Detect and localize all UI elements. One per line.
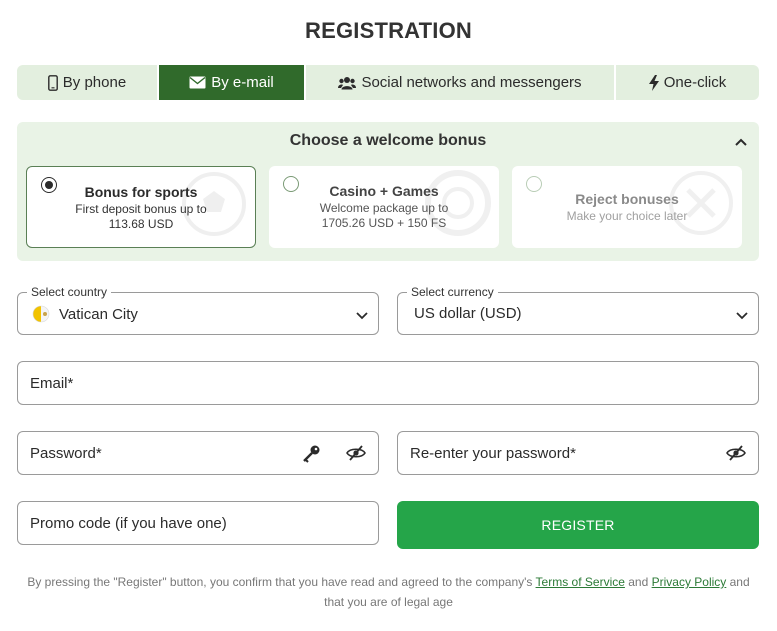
country-value: Vatican City <box>32 305 138 323</box>
email-field[interactable]: Email* <box>17 361 759 405</box>
bonus-name: Casino + Games <box>329 183 439 199</box>
promo-code-field[interactable]: Promo code (if you have one) <box>17 501 379 545</box>
eye-slash-icon[interactable] <box>726 445 746 466</box>
currency-select[interactable]: Select currency US dollar (USD) <box>397 285 759 335</box>
bonus-desc-line1: Welcome package up to <box>319 201 449 215</box>
key-icon[interactable] <box>301 444 321 469</box>
bonus-desc-line2: 113.68 USD <box>108 217 174 231</box>
chevron-up-icon[interactable] <box>733 134 749 150</box>
users-icon <box>338 76 357 90</box>
promo-code-placeholder: Promo code (if you have one) <box>30 515 227 532</box>
terms-text-and: and <box>624 575 652 589</box>
tab-label: By e-mail <box>211 74 274 91</box>
terms-of-service-link[interactable]: Terms of Service <box>536 575 625 589</box>
country-value-text: Vatican City <box>59 305 138 323</box>
currency-value: US dollar (USD) <box>414 305 522 322</box>
vatican-flag-icon <box>32 305 50 323</box>
currency-select-label: Select currency <box>407 285 498 299</box>
page-title: REGISTRATION <box>305 18 472 43</box>
tab-social-networks[interactable]: Social networks and messengers <box>306 65 616 100</box>
lightning-icon <box>648 74 659 91</box>
register-button[interactable]: REGISTER <box>397 501 759 549</box>
chevron-down-icon <box>736 307 748 325</box>
password-placeholder: Password* <box>30 445 102 462</box>
bonus-desc-line1: Make your choice later <box>566 209 688 223</box>
email-placeholder: Email* <box>30 375 74 392</box>
phone-icon <box>47 74 58 91</box>
tab-label: One-click <box>663 74 727 91</box>
tab-label: By phone <box>62 74 127 91</box>
bonus-name: Reject bonuses <box>575 191 679 207</box>
tab-by-email[interactable]: By e-mail <box>159 65 306 100</box>
tab-label: Social networks and messengers <box>361 74 582 91</box>
bonus-option-sports[interactable]: Bonus for sports First deposit bonus up … <box>26 166 256 248</box>
reenter-password-placeholder: Re-enter your password* <box>410 445 576 462</box>
radio-unselected[interactable] <box>526 176 542 192</box>
eye-slash-icon[interactable] <box>346 445 366 466</box>
password-field[interactable]: Password* <box>17 431 379 475</box>
terms-notice: By pressing the "Register" button, you c… <box>20 572 757 612</box>
country-select-label: Select country <box>27 285 112 299</box>
welcome-bonus-panel: Choose a welcome bonus Bonus for sports … <box>17 122 759 261</box>
privacy-policy-link[interactable]: Privacy Policy <box>652 575 727 589</box>
envelope-icon <box>189 76 206 89</box>
bonus-panel-title: Choose a welcome bonus <box>289 132 487 149</box>
tab-by-phone[interactable]: By phone <box>17 65 159 100</box>
country-select[interactable]: Select country Vatican City <box>17 285 379 335</box>
terms-text-before: By pressing the "Register" button, you c… <box>27 575 536 589</box>
tab-one-click[interactable]: One-click <box>616 65 759 100</box>
registration-tabs: By phone By e-mail Social networks and m… <box>17 65 759 100</box>
bonus-name: Bonus for sports <box>84 184 198 200</box>
bonus-option-casino[interactable]: Casino + Games Welcome package up to 170… <box>269 166 499 248</box>
bonus-desc-line2: 1705.26 USD + 150 FS <box>321 216 447 230</box>
bonus-desc-line1: First deposit bonus up to <box>75 202 207 216</box>
chevron-down-icon <box>356 307 368 325</box>
bonus-option-reject[interactable]: Reject bonuses Make your choice later <box>512 166 742 248</box>
reenter-password-field[interactable]: Re-enter your password* <box>397 431 759 475</box>
